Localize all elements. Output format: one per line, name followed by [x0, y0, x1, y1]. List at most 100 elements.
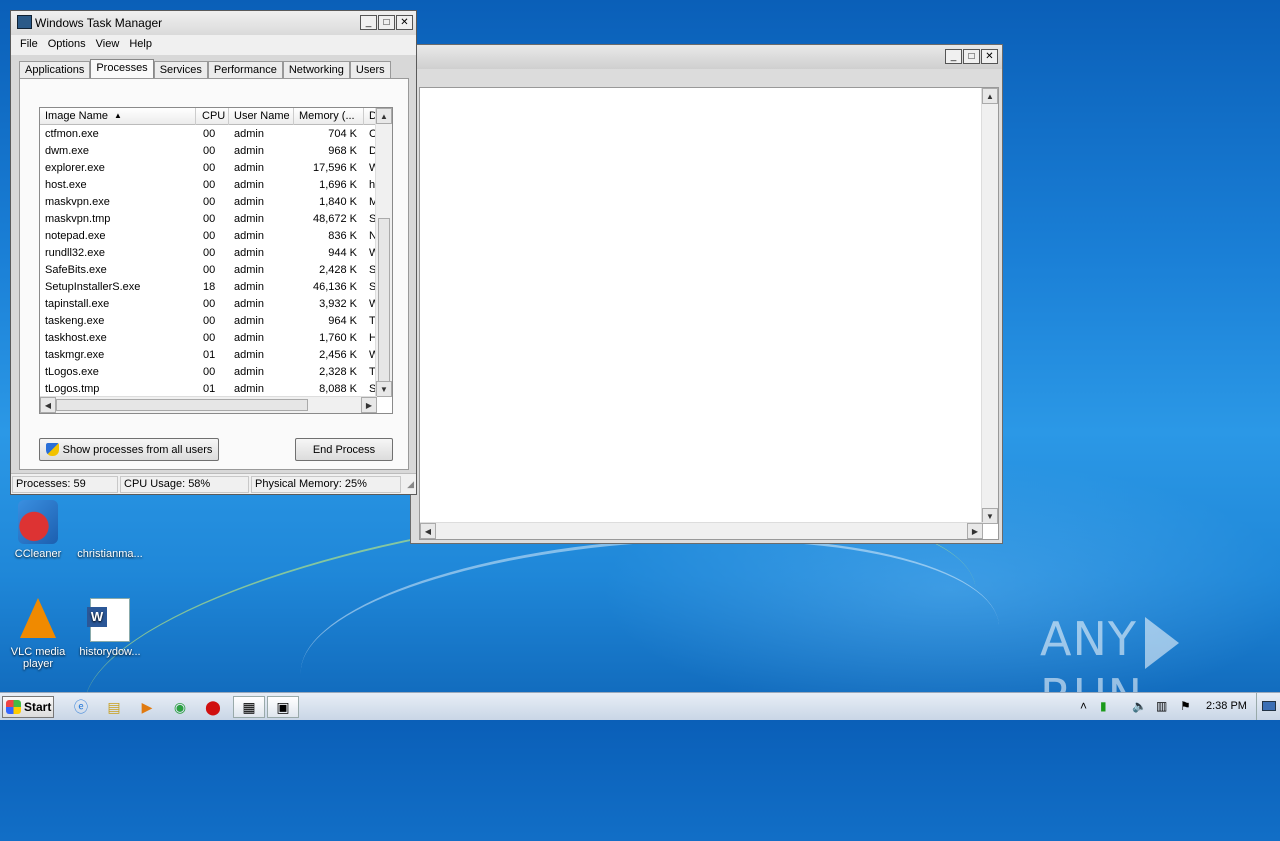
show-all-processes-button[interactable]: Show processes from all users	[39, 438, 219, 461]
scroll-right-icon[interactable]: ▶	[361, 397, 377, 413]
start-button[interactable]: Start	[2, 696, 54, 718]
process-cpu: 00	[203, 264, 216, 276]
vertical-scrollbar[interactable]: ▲ ▼	[981, 88, 998, 524]
desktop-icon-ccleaner[interactable]: CCleaner	[0, 500, 76, 560]
volume-icon[interactable]: 🔈	[1132, 699, 1147, 713]
background-window[interactable]: _ □ ✕ ▲ ▼ ◀ ▶	[410, 44, 1003, 544]
process-user-name: admin	[234, 230, 264, 242]
network-status-icon[interactable]: ▮	[1100, 699, 1107, 713]
table-row[interactable]: tLogos.exe 00 admin 2,328 KT	[40, 364, 377, 381]
maximize-button[interactable]: □	[378, 15, 395, 30]
process-rows: ctfmon.exe 00 admin 704 K Cdwm.exe 00 admin 968…	[40, 126, 377, 413]
tab-networking[interactable]: Networking	[282, 61, 350, 79]
desktop-icon-label: historydow...	[79, 646, 141, 658]
process-list-header: Image Name ▲ CPU User Name Memory (... D	[40, 108, 377, 125]
process-image-name: tLogos.exe	[45, 366, 99, 378]
table-row[interactable]: maskvpn.exe00admin1,840 KM	[40, 194, 377, 211]
scroll-thumb[interactable]	[378, 218, 390, 388]
window-title: Windows Task Manager	[35, 16, 163, 30]
process-user-name: admin	[234, 332, 264, 344]
clock[interactable]: 2:38 PM	[1206, 700, 1247, 712]
end-process-button[interactable]: End Process	[295, 438, 393, 461]
menu-view[interactable]: View	[91, 35, 125, 55]
notepad-taskbar-button[interactable]: ▦	[233, 696, 265, 718]
process-user-name: admin	[234, 128, 264, 140]
task-manager-window[interactable]: Windows Task Manager _ □ ✕ File Options …	[10, 10, 417, 495]
process-cpu: 00	[203, 128, 216, 140]
menu-help[interactable]: Help	[124, 35, 157, 55]
process-cpu: 00	[203, 213, 216, 225]
table-row[interactable]: taskeng.exe 00 admin 964 KT	[40, 313, 377, 330]
opera-icon[interactable]: ⬤	[202, 697, 224, 717]
desktop-icon-vlc[interactable]: VLC media player	[0, 598, 76, 670]
action-center-flag-icon[interactable]: ⚑	[1180, 699, 1191, 713]
chrome-icon[interactable]: ◉	[169, 697, 191, 717]
table-row[interactable]: ctfmon.exe 00 admin 704 KC	[40, 126, 377, 143]
process-user-name: admin	[234, 213, 264, 225]
table-row[interactable]: host.exe 00 admin 1,696 Kh	[40, 177, 377, 194]
table-row[interactable]: taskmgr.exe01admin2,456 KW	[40, 347, 377, 364]
column-memory[interactable]: Memory (...	[299, 110, 361, 122]
file-explorer-icon[interactable]: ▤	[103, 697, 125, 717]
show-desktop-button[interactable]	[1256, 693, 1280, 720]
close-button[interactable]: ✕	[981, 49, 998, 64]
process-list-horizontal-scrollbar[interactable]: ◀ ▶	[40, 396, 377, 413]
internet-explorer-icon[interactable]: ⓔ	[70, 697, 92, 717]
tab-processes[interactable]: Processes	[90, 59, 154, 79]
table-row[interactable]: notepad.exe 00 admin 836 KN	[40, 228, 377, 245]
process-cpu: 00	[203, 332, 216, 344]
maximize-button[interactable]: □	[963, 49, 980, 64]
menu-file[interactable]: File	[15, 35, 43, 55]
scroll-down-icon[interactable]: ▼	[982, 508, 998, 524]
scroll-up-icon[interactable]: ▲	[376, 108, 392, 124]
network-icon[interactable]: ▥	[1156, 699, 1167, 713]
task-manager-titlebar[interactable]: Windows Task Manager _ □ ✕	[11, 11, 416, 35]
resize-grip-icon[interactable]: ◢	[407, 479, 414, 490]
column-cpu[interactable]: CPU	[202, 110, 230, 122]
table-row[interactable]: maskvpn.tmp 00 admin 48,672 KS	[40, 211, 377, 228]
process-memory: 2,428 K	[319, 264, 357, 276]
process-image-name: SafeBits.exe	[45, 264, 107, 276]
show-hidden-icons-icon[interactable]: ˄	[1080, 699, 1087, 713]
sort-ascending-icon: ▲	[114, 111, 122, 120]
scroll-down-icon[interactable]: ▼	[376, 381, 392, 397]
watermark-text-left: ANY	[1040, 612, 1137, 666]
process-list-vertical-scrollbar[interactable]: ▲ ▼	[375, 108, 392, 397]
tab-users[interactable]: Users	[349, 61, 391, 79]
text-area[interactable]: ▲ ▼ ◀ ▶	[419, 87, 999, 540]
process-memory: 8,088 K	[319, 383, 357, 395]
process-image-name: tLogos.tmp	[45, 383, 100, 395]
scroll-right-icon[interactable]: ▶	[967, 523, 983, 539]
background-window-titlebar[interactable]	[411, 45, 1002, 69]
tab-services[interactable]: Services	[153, 61, 208, 79]
scroll-thumb[interactable]	[56, 399, 308, 411]
scroll-left-icon[interactable]: ◀	[420, 523, 436, 539]
tab-applications[interactable]: Applications	[19, 61, 91, 79]
media-player-icon[interactable]: ▶	[136, 697, 158, 717]
menu-options[interactable]: Options	[43, 35, 91, 55]
column-user-name[interactable]: User Name	[234, 110, 294, 122]
scroll-left-icon[interactable]: ◀	[40, 397, 56, 413]
minimize-button[interactable]: _	[360, 15, 377, 30]
table-row[interactable]: SetupInstallerS.exe 18 admin 46,136 KS	[40, 279, 377, 296]
table-row[interactable]: dwm.exe 00 admin 968 KD	[40, 143, 377, 160]
close-button[interactable]: ✕	[396, 15, 413, 30]
table-row[interactable]: rundll32.exe00admin944 KW	[40, 245, 377, 262]
tab-strip: Applications Processes Services Performa…	[19, 59, 391, 79]
process-list[interactable]: Image Name ▲ CPU User Name Memory (... D…	[39, 107, 393, 414]
process-image-name: rundll32.exe	[45, 247, 105, 259]
process-memory: 836 K	[328, 230, 357, 242]
table-row[interactable]: taskhost.exe 00 admin 1,760 KH	[40, 330, 377, 347]
process-memory: 2,456 K	[319, 349, 357, 361]
horizontal-scrollbar[interactable]: ◀ ▶	[420, 522, 983, 539]
desktop-icon-historydow[interactable]: historydow...	[72, 598, 148, 658]
scroll-up-icon[interactable]: ▲	[982, 88, 998, 104]
tab-performance[interactable]: Performance	[207, 61, 283, 79]
desktop-icon-christianma[interactable]: christianma...	[72, 500, 148, 560]
table-row[interactable]: tapinstall.exe00admin3,932 KW	[40, 296, 377, 313]
task-manager-taskbar-button[interactable]: ▣	[267, 696, 299, 718]
minimize-button[interactable]: _	[945, 49, 962, 64]
play-icon	[1144, 616, 1179, 669]
table-row[interactable]: explorer.exe00admin17,596 KW	[40, 160, 377, 177]
table-row[interactable]: SafeBits.exe 00 admin 2,428 KS	[40, 262, 377, 279]
